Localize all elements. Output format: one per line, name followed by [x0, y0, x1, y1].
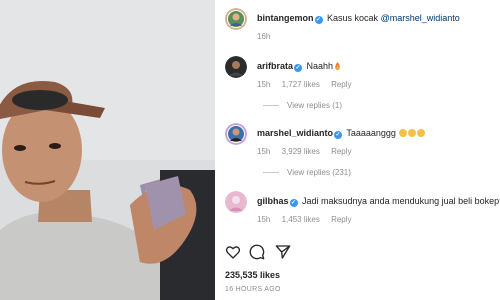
- verified-icon: ✓: [294, 64, 303, 72]
- comment-likes[interactable]: 3,929 likes: [282, 147, 320, 156]
- comment-text: gilbhas ✓ Jadi maksudnya anda mendukung j…: [257, 195, 500, 207]
- comment-likes[interactable]: 1,453 likes: [282, 215, 320, 224]
- share-icon[interactable]: [275, 244, 291, 260]
- caption-text: bintangemon ✓ Kasus kocak @marshel_widian…: [257, 12, 496, 24]
- caption-body: Kasus kocak: [327, 13, 379, 23]
- avatar[interactable]: [225, 191, 247, 213]
- view-replies-label: View replies (1): [287, 101, 342, 110]
- avatar[interactable]: [225, 8, 247, 30]
- fire-icon: [335, 62, 340, 70]
- verified-icon: ✓: [314, 16, 323, 24]
- laughing-emoji-icon: [399, 129, 408, 137]
- comment-username[interactable]: marshel_widianto: [257, 128, 333, 138]
- avatar[interactable]: [225, 123, 247, 145]
- comment-icon[interactable]: [249, 244, 265, 260]
- verified-icon: ✓: [334, 131, 343, 139]
- comments-panel: bintangemon ✓ Kasus kocak @marshel_widian…: [215, 0, 500, 300]
- reply-button[interactable]: Reply: [331, 147, 351, 156]
- comment-item: marshel_widianto ✓ Taaaaanggg 15h 3,929 l…: [225, 123, 496, 179]
- post-meta: 16h: [257, 32, 279, 41]
- person-photo: [0, 0, 215, 300]
- comment-item: arifbrata ✓ Naahh 15h 1,727 likes Reply V…: [225, 56, 496, 112]
- avatar[interactable]: [225, 56, 247, 78]
- reply-button[interactable]: Reply: [331, 215, 351, 224]
- post-caption: bintangemon ✓ Kasus kocak @marshel_widian…: [225, 8, 496, 44]
- comment-body: Taaaaanggg: [346, 128, 396, 138]
- post-author[interactable]: bintangemon: [257, 13, 314, 23]
- verified-icon: ✓: [289, 199, 298, 207]
- comment-item: gilbhas ✓ Jadi maksudnya anda mendukung j…: [225, 191, 500, 227]
- reply-button[interactable]: Reply: [331, 80, 351, 89]
- comment-body: Naahh: [306, 61, 334, 71]
- view-replies-button[interactable]: View replies (231): [263, 168, 351, 177]
- comment-username[interactable]: gilbhas: [257, 196, 289, 206]
- comment-meta: 15h 3,929 likes Reply: [257, 147, 361, 156]
- comment-time: 15h: [257, 80, 271, 89]
- mention-link[interactable]: @marshel_widianto: [381, 13, 460, 23]
- comment-text: arifbrata ✓ Naahh: [257, 60, 496, 72]
- comment-meta: 15h 1,453 likes Reply: [257, 215, 361, 224]
- post-time: 16h: [257, 32, 271, 41]
- laughing-emoji-icon: [417, 129, 426, 137]
- divider: [263, 172, 279, 174]
- post-timestamp: 16 HOURS AGO: [225, 286, 281, 293]
- divider: [263, 105, 279, 107]
- comment-meta: 15h 1,727 likes Reply: [257, 80, 361, 89]
- comment-text: marshel_widianto ✓ Taaaaanggg: [257, 127, 496, 139]
- comment-time: 15h: [257, 147, 271, 156]
- comment-body: Jadi maksudnya anda mendukung jual beli …: [302, 196, 500, 206]
- comment-time: 15h: [257, 215, 271, 224]
- view-replies-label: View replies (231): [287, 168, 351, 177]
- likes-count[interactable]: 235,535 likes: [225, 270, 280, 280]
- post-media[interactable]: [0, 0, 215, 300]
- view-replies-button[interactable]: View replies (1): [263, 101, 342, 110]
- heart-icon[interactable]: [225, 244, 241, 260]
- laughing-emoji-icon: [408, 129, 417, 137]
- comment-username[interactable]: arifbrata: [257, 61, 293, 71]
- comment-likes[interactable]: 1,727 likes: [282, 80, 320, 89]
